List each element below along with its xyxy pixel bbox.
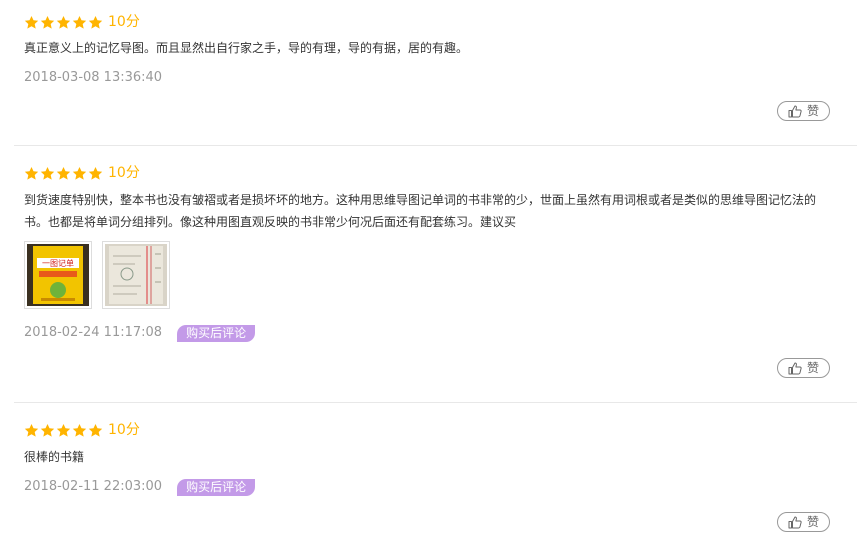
review-text: 到货速度特别快，整本书也没有皱褶或者是损坏坏的地方。这种用思维导图记单词的书非常…: [24, 193, 817, 229]
star-icon: [72, 166, 87, 180]
review-score: 10分: [108, 165, 140, 181]
like-label: 赞: [806, 104, 819, 118]
star-icon: [88, 423, 103, 437]
review-item: 10分 到货速度特别快，整本书也没有皱褶或者是损坏坏的地方。这种用思维导图记单词…: [14, 146, 857, 403]
like-button[interactable]: 赞: [777, 101, 830, 121]
like-button[interactable]: 赞: [777, 358, 830, 378]
star-icon: [88, 15, 103, 29]
star-rating: [24, 15, 103, 30]
book-cover-photo: 一图记单: [27, 244, 89, 306]
star-icon: [24, 166, 39, 180]
review-meta: 2018-02-24 11:17:08 购买后评论: [24, 324, 256, 342]
review-text: 真正意义上的记忆导图。而且显然出自行家之手，导的有理，导的有据，居的有趣。: [24, 41, 469, 55]
review-score: 10分: [108, 14, 140, 30]
star-rating: [24, 166, 103, 181]
like-label: 赞: [806, 361, 819, 375]
purchase-badge: 购买后评论: [177, 324, 256, 342]
review-date: 2018-03-08 13:36:40: [24, 70, 163, 85]
star-icon: [72, 423, 87, 437]
review-photo[interactable]: 一图记单: [24, 241, 92, 309]
rating-row: 10分: [24, 420, 140, 440]
star-icon: [40, 423, 55, 437]
star-rating: [24, 423, 103, 438]
star-icon: [24, 15, 39, 29]
star-icon: [56, 15, 71, 29]
review-meta: 2018-03-08 13:36:40: [24, 69, 162, 87]
book-page-photo: [105, 244, 167, 306]
review-meta: 2018-02-11 22:03:00 购买后评论: [24, 478, 256, 496]
like-label: 赞: [806, 515, 819, 529]
thumbs-up-icon: [788, 362, 802, 374]
star-icon: [56, 423, 71, 437]
review-date: 2018-02-24 11:17:08: [24, 325, 163, 340]
review-photos: 一图记单: [24, 241, 170, 309]
purchase-badge: 购买后评论: [177, 478, 256, 496]
rating-row: 10分: [24, 163, 140, 183]
like-button[interactable]: 赞: [777, 512, 830, 532]
book-cover-title: 一图记单: [42, 258, 74, 268]
thumbs-up-icon: [788, 105, 802, 117]
review-score: 10分: [108, 422, 140, 438]
star-icon: [24, 423, 39, 437]
review-item: 10分 很棒的书籍 2018-02-11 22:03:00 购买后评论 赞: [14, 403, 857, 544]
star-icon: [88, 166, 103, 180]
star-icon: [72, 15, 87, 29]
star-icon: [40, 15, 55, 29]
review-photo[interactable]: [102, 241, 170, 309]
review-text: 很棒的书籍: [24, 450, 85, 464]
star-icon: [40, 166, 55, 180]
star-icon: [56, 166, 71, 180]
rating-row: 10分: [24, 12, 140, 32]
thumbs-up-icon: [788, 516, 802, 528]
review-date: 2018-02-11 22:03:00: [24, 479, 163, 494]
review-item: 10分 真正意义上的记忆导图。而且显然出自行家之手，导的有理，导的有据，居的有趣…: [14, 0, 857, 146]
